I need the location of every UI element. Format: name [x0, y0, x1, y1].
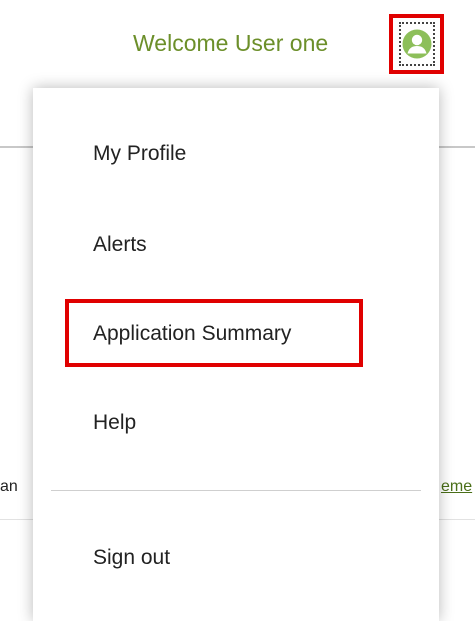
background-text-fragment: an	[0, 478, 18, 495]
menu-item-my-profile[interactable]: My Profile	[93, 142, 186, 166]
menu-item-application-summary[interactable]: Application Summary	[93, 322, 291, 346]
menu-item-help[interactable]: Help	[93, 411, 136, 435]
background-link-fragment[interactable]: eme	[441, 478, 472, 496]
user-avatar-icon	[402, 29, 431, 59]
avatar-focus-ring	[398, 22, 435, 66]
user-dropdown-menu: My Profile Alerts Application Summary He…	[33, 88, 439, 621]
menu-item-sign-out[interactable]: Sign out	[93, 546, 170, 570]
welcome-text: Welcome User one	[133, 30, 329, 56]
page: an eme Welcome User one My Profile Alert…	[0, 0, 475, 621]
menu-item-alerts[interactable]: Alerts	[93, 233, 147, 257]
menu-divider	[51, 490, 421, 491]
user-avatar-button[interactable]	[389, 14, 444, 74]
